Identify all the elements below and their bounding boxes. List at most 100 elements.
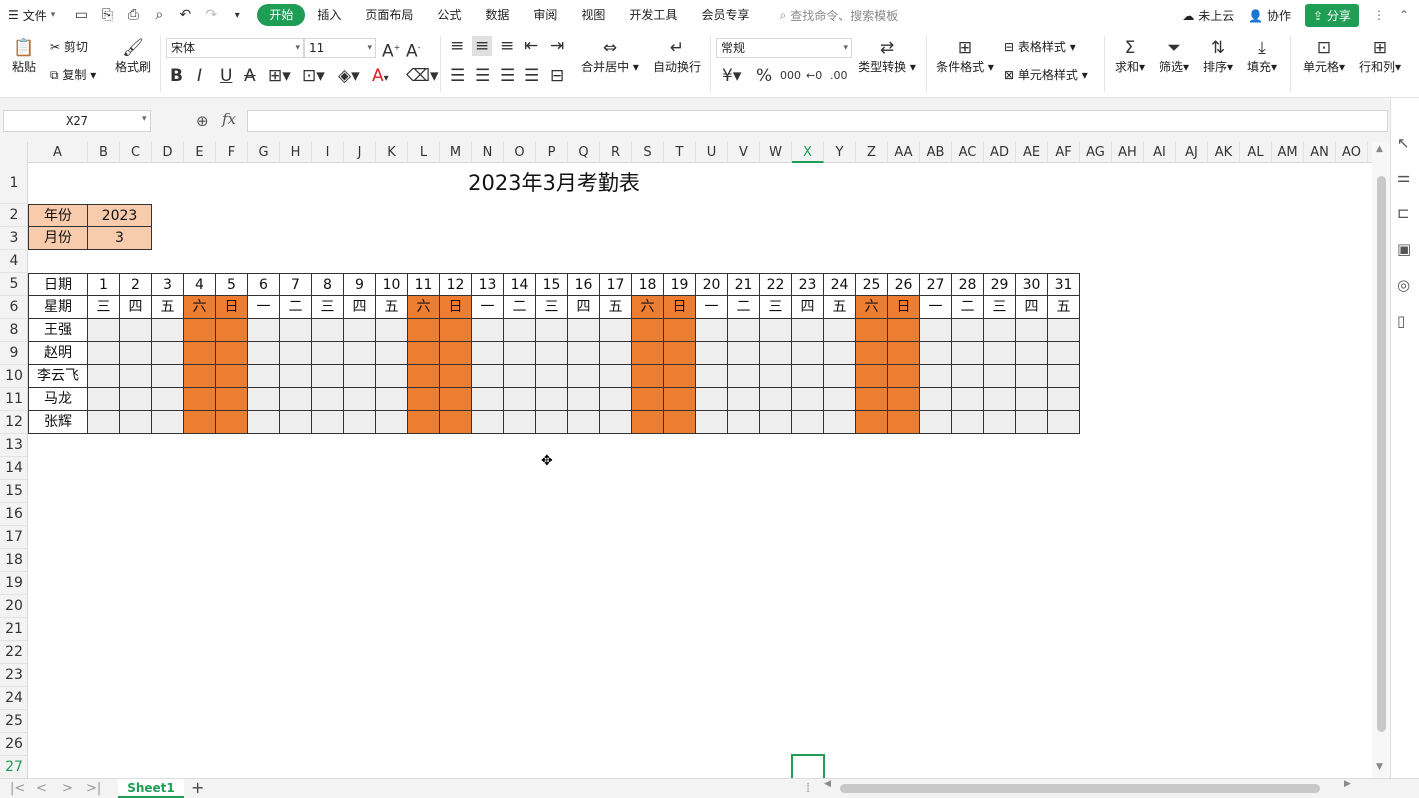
namebox-chevron-icon[interactable]: ▾ bbox=[142, 114, 147, 124]
more-options-icon[interactable]: ⋮ bbox=[1373, 8, 1385, 22]
attendance-cell[interactable] bbox=[312, 388, 344, 411]
row-header[interactable]: 5 bbox=[0, 273, 28, 296]
weekday-cell[interactable]: 一 bbox=[248, 296, 280, 319]
table-style-button[interactable]: ⊟ 表格样式 ▾ bbox=[1004, 38, 1076, 55]
employee-name-cell[interactable]: 马龙 bbox=[28, 388, 88, 411]
attendance-cell[interactable] bbox=[88, 319, 120, 342]
prev-sheet-icon[interactable]: < bbox=[36, 779, 47, 798]
tab-7[interactable]: 开发工具 bbox=[617, 4, 689, 26]
column-header[interactable]: AB bbox=[920, 142, 952, 163]
row-col-button[interactable]: ⊞ 行和列▾ bbox=[1356, 38, 1404, 75]
date-label-cell[interactable]: 日期 bbox=[28, 273, 88, 296]
day-cell[interactable]: 15 bbox=[536, 273, 568, 296]
column-header[interactable]: Y bbox=[824, 142, 856, 163]
attendance-cell[interactable] bbox=[376, 319, 408, 342]
weekday-cell[interactable]: 三 bbox=[312, 296, 344, 319]
weekday-cell[interactable]: 五 bbox=[600, 296, 632, 319]
day-cell[interactable]: 18 bbox=[632, 273, 664, 296]
attendance-cell[interactable] bbox=[152, 388, 184, 411]
formula-input[interactable] bbox=[247, 110, 1388, 132]
attendance-cell[interactable] bbox=[920, 411, 952, 434]
attendance-cell[interactable] bbox=[344, 319, 376, 342]
attendance-cell[interactable] bbox=[664, 319, 696, 342]
column-header[interactable]: AL bbox=[1240, 142, 1272, 163]
attendance-cell[interactable] bbox=[376, 411, 408, 434]
number-format-select[interactable]: 常规 bbox=[716, 38, 852, 58]
attendance-cell[interactable] bbox=[952, 388, 984, 411]
attendance-cell[interactable] bbox=[824, 365, 856, 388]
tab-1[interactable]: 插入 bbox=[305, 4, 353, 26]
row-header[interactable]: 19 bbox=[0, 572, 28, 595]
weekday-cell[interactable]: 五 bbox=[1048, 296, 1080, 319]
column-header[interactable]: AO bbox=[1336, 142, 1368, 163]
attendance-cell[interactable] bbox=[632, 388, 664, 411]
attendance-cell[interactable] bbox=[632, 411, 664, 434]
attendance-cell[interactable] bbox=[1016, 388, 1048, 411]
attendance-cell[interactable] bbox=[248, 388, 280, 411]
border-icon[interactable]: ⊞▾ bbox=[268, 66, 291, 86]
justify-icon[interactable]: ☰ bbox=[524, 66, 539, 86]
attendance-cell[interactable] bbox=[152, 342, 184, 365]
print-preview-icon[interactable]: ⌕ bbox=[147, 7, 171, 23]
attendance-cell[interactable] bbox=[408, 319, 440, 342]
attendance-cell[interactable] bbox=[728, 342, 760, 365]
attendance-cell[interactable] bbox=[856, 411, 888, 434]
scroll-right-icon[interactable]: ▶ bbox=[1344, 779, 1351, 789]
day-cell[interactable]: 10 bbox=[376, 273, 408, 296]
cell-style-button[interactable]: ⊠ 单元格样式 ▾ bbox=[1004, 66, 1088, 83]
attendance-cell[interactable] bbox=[504, 411, 536, 434]
attendance-cell[interactable] bbox=[696, 365, 728, 388]
row-header[interactable]: 20 bbox=[0, 595, 28, 618]
row-header[interactable]: 1 bbox=[0, 163, 28, 204]
attendance-cell[interactable] bbox=[408, 388, 440, 411]
attendance-cell[interactable] bbox=[696, 342, 728, 365]
attendance-cell[interactable] bbox=[312, 411, 344, 434]
day-cell[interactable]: 2 bbox=[120, 273, 152, 296]
attendance-cell[interactable] bbox=[792, 342, 824, 365]
column-header[interactable]: AN bbox=[1304, 142, 1336, 163]
day-cell[interactable]: 20 bbox=[696, 273, 728, 296]
day-cell[interactable]: 28 bbox=[952, 273, 984, 296]
redo-icon[interactable]: ↷ bbox=[199, 7, 223, 23]
attendance-cell[interactable] bbox=[696, 411, 728, 434]
filter-button[interactable]: ⏷ 筛选▾ bbox=[1156, 38, 1192, 75]
column-header[interactable]: I bbox=[312, 142, 344, 163]
attendance-cell[interactable] bbox=[696, 319, 728, 342]
sheet-tab-sheet1[interactable]: Sheet1 bbox=[118, 779, 184, 798]
attendance-cell[interactable] bbox=[760, 342, 792, 365]
day-cell[interactable]: 17 bbox=[600, 273, 632, 296]
attendance-cell[interactable] bbox=[664, 388, 696, 411]
weekday-cell[interactable]: 三 bbox=[536, 296, 568, 319]
attendance-cell[interactable] bbox=[984, 365, 1016, 388]
attendance-cell[interactable] bbox=[600, 319, 632, 342]
attendance-cell[interactable] bbox=[280, 388, 312, 411]
attendance-cell[interactable] bbox=[568, 342, 600, 365]
horizontal-scrollbar[interactable]: ◀ ▶ bbox=[820, 782, 1360, 795]
attendance-cell[interactable] bbox=[280, 365, 312, 388]
attendance-cell[interactable] bbox=[824, 388, 856, 411]
column-header[interactable]: AK bbox=[1208, 142, 1240, 163]
attendance-cell[interactable] bbox=[600, 411, 632, 434]
year-value-cell[interactable]: 2023 bbox=[88, 204, 152, 227]
layout-icon[interactable]: ⊏ bbox=[1397, 204, 1410, 222]
print-icon[interactable]: ⎙ bbox=[121, 7, 145, 23]
attendance-cell[interactable] bbox=[760, 365, 792, 388]
day-cell[interactable]: 6 bbox=[248, 273, 280, 296]
attendance-cell[interactable] bbox=[856, 365, 888, 388]
attendance-cell[interactable] bbox=[568, 388, 600, 411]
weekday-cell[interactable]: 日 bbox=[664, 296, 696, 319]
day-cell[interactable]: 26 bbox=[888, 273, 920, 296]
book-icon[interactable]: ▯ bbox=[1397, 312, 1405, 330]
weekday-cell[interactable]: 六 bbox=[408, 296, 440, 319]
weekday-cell[interactable]: 四 bbox=[792, 296, 824, 319]
attendance-cell[interactable] bbox=[504, 319, 536, 342]
column-header[interactable]: AF bbox=[1048, 142, 1080, 163]
day-cell[interactable]: 30 bbox=[1016, 273, 1048, 296]
column-header[interactable]: AG bbox=[1080, 142, 1112, 163]
attendance-cell[interactable] bbox=[920, 342, 952, 365]
add-sheet-icon[interactable]: + bbox=[191, 779, 204, 797]
vertical-scroll-thumb[interactable] bbox=[1377, 176, 1386, 732]
attendance-cell[interactable] bbox=[792, 388, 824, 411]
tab-0[interactable]: 开始 bbox=[257, 4, 305, 26]
day-cell[interactable]: 12 bbox=[440, 273, 472, 296]
